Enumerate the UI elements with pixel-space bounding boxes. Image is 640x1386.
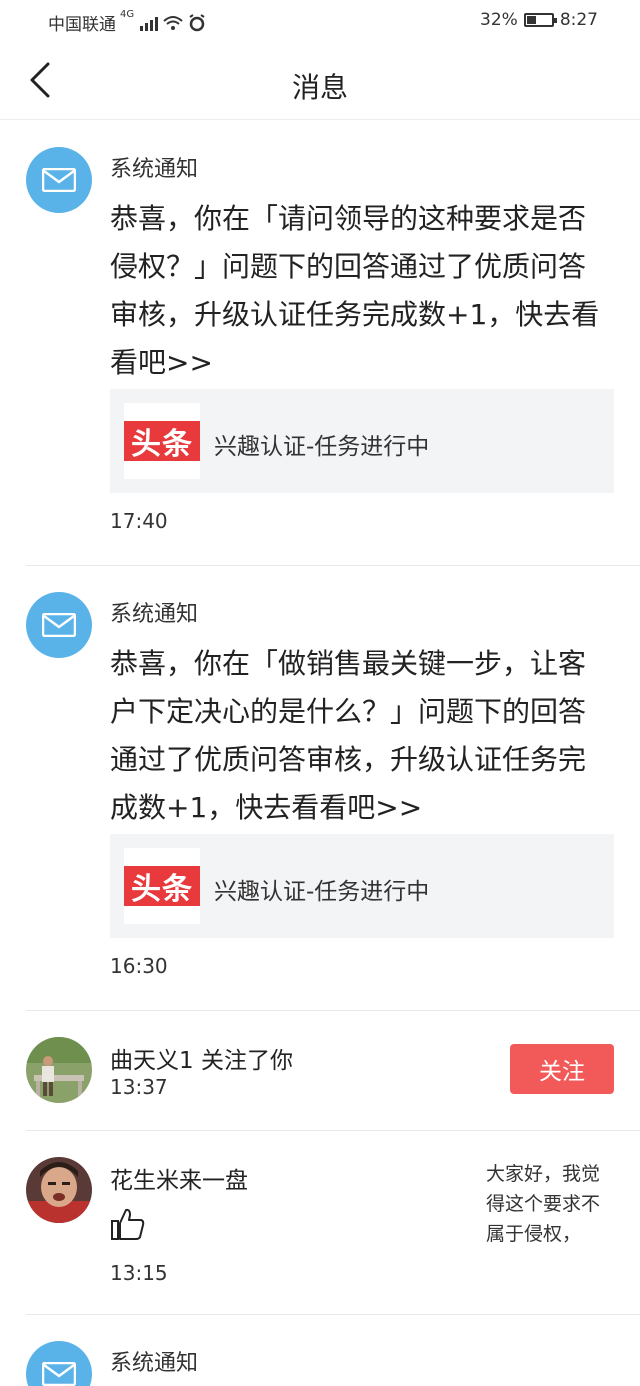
timestamp: 13:37 [110, 1075, 168, 1099]
toutiao-logo: 头条 [124, 848, 200, 924]
envelope-icon [42, 168, 76, 192]
signal-icon [140, 15, 159, 31]
avatar-photo [26, 1157, 92, 1223]
wifi-icon [163, 15, 183, 30]
clock: 8:27 [559, 10, 598, 30]
carrier-name: 中国联通 [48, 15, 116, 35]
toutiao-logo: 头条 [124, 403, 200, 479]
alarm-icon [189, 13, 205, 31]
envelope-icon [42, 613, 76, 637]
list-item[interactable]: 花生米来一盘 13:15 大家好，我觉得这个要求不属于侵权， [0, 1131, 640, 1314]
user-name[interactable]: 花生米来一盘 [110, 1161, 248, 1195]
thumbs-up-icon [111, 1208, 145, 1240]
list-item[interactable]: 曲天义1 关注了你 13:37 关注 [0, 1011, 640, 1130]
sender-name: 系统通知 [110, 602, 199, 627]
status-right: 32% 8:27 [480, 10, 598, 30]
avatar-photo [26, 1037, 92, 1103]
mail-avatar [26, 1341, 92, 1386]
card-title: 兴趣认证-任务进行中 [214, 879, 430, 905]
user-avatar[interactable] [26, 1157, 92, 1223]
logo-text: 头条 [124, 866, 200, 907]
user-avatar[interactable] [26, 1037, 92, 1103]
network-type: 4G [120, 9, 135, 20]
nav-bar: 消息 [0, 44, 640, 120]
list-item[interactable]: 系统通知 恭喜，你在「请问领导的这种要求是否侵权？」问题下的回答通过了优质问答审… [0, 121, 640, 565]
task-card[interactable]: 头条 兴趣认证-任务进行中 [110, 389, 614, 493]
timestamp: 17:40 [110, 509, 168, 533]
sender-name: 系统通知 [110, 157, 199, 182]
battery-percent: 32% [480, 10, 518, 30]
quoted-answer[interactable]: 大家好，我觉得这个要求不属于侵权， [486, 1159, 618, 1249]
follow-text: 曲天义1 关注了你 [110, 1048, 293, 1074]
envelope-icon [42, 1362, 76, 1386]
list-item[interactable]: 系统通知 恭喜，你在「做销售最关键一步，让客户下定决心的是什么？」问题下的回答通… [0, 566, 640, 1010]
task-card[interactable]: 头条 兴趣认证-任务进行中 [110, 834, 614, 938]
follow-button[interactable]: 关注 [510, 1044, 614, 1094]
battery-icon [523, 13, 557, 27]
message-body[interactable]: 恭喜，你在「做销售最关键一步，让客户下定决心的是什么？」问题下的回答通过了优质问… [110, 640, 610, 832]
timestamp: 16:30 [110, 954, 168, 978]
status-left: 中国联通 4G [48, 10, 206, 35]
mail-avatar [26, 592, 92, 658]
timestamp: 13:15 [110, 1261, 168, 1285]
mail-avatar [26, 147, 92, 213]
logo-text: 头条 [124, 421, 200, 462]
sender-name: 系统通知 [110, 1351, 199, 1376]
card-title: 兴趣认证-任务进行中 [214, 434, 430, 460]
list-item[interactable]: 系统通知 [0, 1315, 640, 1386]
page-title: 消息 [291, 71, 348, 104]
message-body[interactable]: 恭喜，你在「请问领导的这种要求是否侵权？」问题下的回答通过了优质问答审核，升级认… [110, 195, 610, 387]
status-bar: 中国联通 4G 32% 8:27 [0, 0, 640, 44]
